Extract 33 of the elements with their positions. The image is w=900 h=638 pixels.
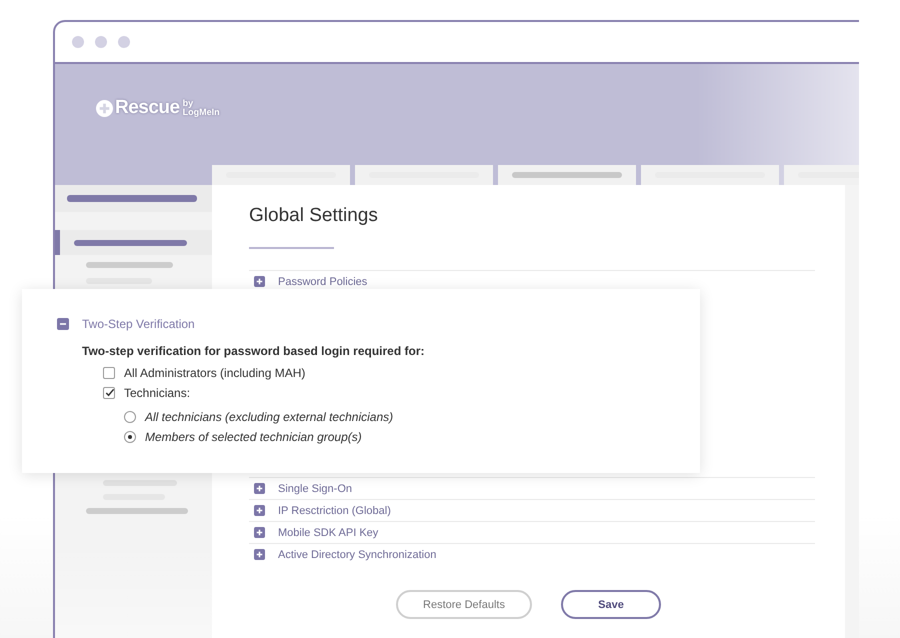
- radio-button[interactable]: [124, 411, 136, 423]
- section-title[interactable]: Active Directory Synchronization: [278, 548, 436, 560]
- restore-defaults-button[interactable]: Restore Defaults: [396, 590, 532, 619]
- plus-icon[interactable]: [254, 549, 265, 560]
- radio-button[interactable]: [124, 431, 136, 443]
- plus-circle-icon: [96, 100, 113, 116]
- section-title[interactable]: IP Resctriction (Global): [278, 504, 391, 516]
- logo-brand-text: LogMeIn: [182, 108, 220, 117]
- plus-icon[interactable]: [254, 276, 265, 287]
- page-title: Global Settings: [249, 205, 379, 227]
- plus-icon[interactable]: [254, 505, 265, 516]
- section-title[interactable]: Single Sign-On: [278, 482, 352, 494]
- option-label: All technicians (excluding external technicians): [145, 410, 394, 424]
- checkbox[interactable]: [103, 387, 115, 399]
- window-dot[interactable]: [72, 36, 84, 48]
- option-label: Members of selected technician group(s): [145, 430, 362, 444]
- logo-by-text: by: [182, 99, 194, 108]
- option-label: Technicians:: [124, 386, 190, 400]
- window-dot[interactable]: [95, 36, 107, 48]
- window-dot[interactable]: [118, 36, 130, 48]
- option-label: All Administrators (including MAH): [124, 366, 306, 380]
- plus-icon[interactable]: [254, 483, 265, 494]
- save-button[interactable]: Save: [561, 590, 661, 619]
- logo-text: Rescue: [115, 97, 180, 119]
- plus-icon[interactable]: [254, 527, 265, 538]
- sidebar-item[interactable]: [55, 230, 212, 255]
- checkbox[interactable]: [103, 367, 115, 379]
- minus-icon[interactable]: [57, 318, 69, 330]
- section-title[interactable]: Two-Step Verification: [82, 317, 195, 331]
- section-title[interactable]: Password Policies: [278, 276, 368, 288]
- prompt-text: Two-step verification for password based login required for:: [82, 344, 426, 358]
- section-title[interactable]: Mobile SDK API Key: [278, 526, 378, 538]
- tab[interactable]: [498, 165, 636, 185]
